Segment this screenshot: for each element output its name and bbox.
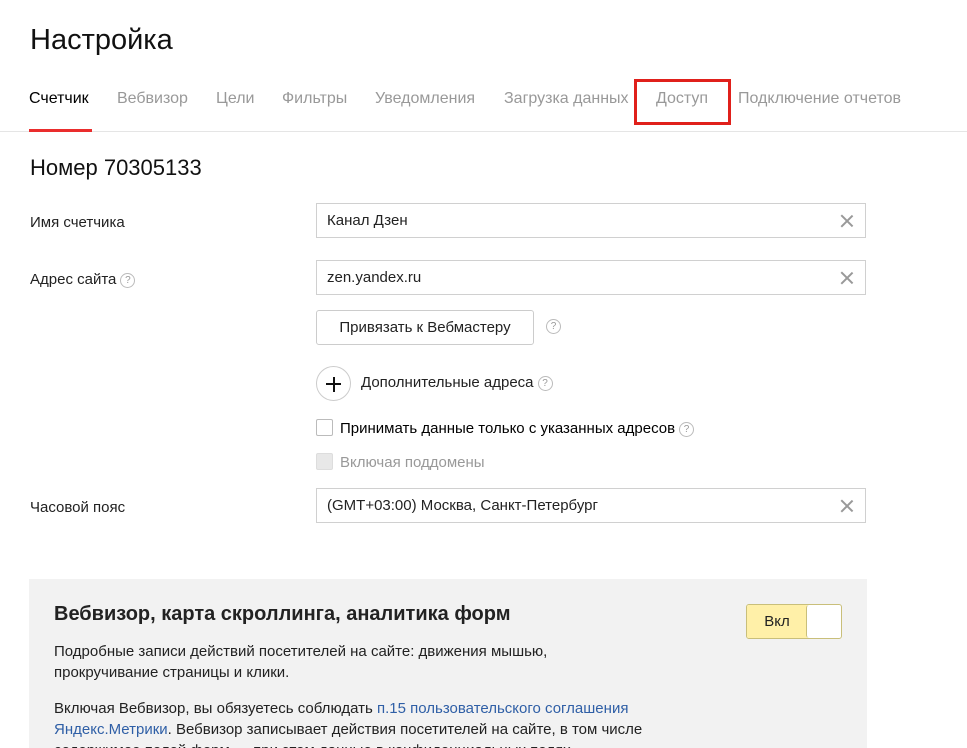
counter-number: Номер 70305133 <box>30 155 202 180</box>
site-address-label: Адрес сайта? <box>30 271 136 288</box>
clear-icon[interactable] <box>839 498 855 514</box>
only-specified-addresses-label: Принимать данные только с указанных адре… <box>340 420 676 437</box>
tab-filters[interactable]: Фильтры <box>282 90 347 108</box>
help-icon[interactable]: ? <box>546 319 561 334</box>
timezone-label: Часовой пояс <box>30 499 126 516</box>
tab-goals[interactable]: Цели <box>216 90 254 108</box>
webvisor-description-line-1: Подробные записи действий посетителей на… <box>54 643 548 660</box>
link-webmaster-button[interactable]: Привязать к Вебмастеру <box>316 310 534 345</box>
page-title: Настройка <box>30 24 173 56</box>
help-icon[interactable]: ? <box>679 422 695 437</box>
include-subdomains-label: Включая поддомены <box>340 454 485 471</box>
include-subdomains-checkbox <box>316 453 333 470</box>
site-address-label-text: Адрес сайта <box>30 271 117 288</box>
clear-icon[interactable] <box>839 270 855 286</box>
counter-name-value: Канал Дзен <box>327 212 408 229</box>
metrika-link[interactable]: Яндекс.Метрики <box>54 721 168 738</box>
tab-counter[interactable]: Счетчик <box>29 90 89 108</box>
additional-addresses-link[interactable]: Дополнительные адреса? <box>361 374 553 391</box>
additional-addresses-label: Дополнительные адреса <box>361 374 534 391</box>
tab-webvisor[interactable]: Вебвизор <box>117 90 188 108</box>
clear-icon[interactable] <box>839 213 855 229</box>
tab-report-connections[interactable]: Подключение отчетов <box>738 90 901 108</box>
toggle-knob[interactable] <box>806 605 841 638</box>
agreement-cut-line: содержимое полей форм — при этом данные … <box>54 740 754 748</box>
only-specified-addresses-checkbox-row[interactable]: Принимать данные только с указанных адре… <box>316 419 695 437</box>
webvisor-agreement: Включая Вебвизор, вы обязуетесь соблюдат… <box>54 698 754 748</box>
counter-name-input[interactable]: Канал Дзен <box>316 203 866 238</box>
counter-name-label: Имя счетчика <box>30 214 125 231</box>
site-address-input[interactable]: zen.yandex.ru <box>316 260 866 295</box>
agreement-suffix: . Вебвизор записывает действия посетител… <box>167 721 643 738</box>
active-tab-underline <box>29 129 92 132</box>
user-agreement-link[interactable]: п.15 пользовательского соглашения <box>377 700 628 717</box>
timezone-select[interactable]: (GMT+03:00) Москва, Санкт-Петербург <box>316 488 866 523</box>
settings-tabs: Счетчик Вебвизор Цели Фильтры Уведомлени… <box>0 82 967 132</box>
help-icon[interactable]: ? <box>537 376 553 391</box>
agreement-prefix: Включая Вебвизор, вы обязуетесь соблюдат… <box>54 700 377 717</box>
help-icon[interactable]: ? <box>120 273 136 288</box>
toggle-on-label: Вкл <box>747 605 807 638</box>
access-tab-highlight <box>634 79 731 125</box>
add-address-plus-icon[interactable] <box>316 366 351 401</box>
only-specified-addresses-checkbox[interactable] <box>316 419 333 436</box>
tab-notifications[interactable]: Уведомления <box>375 90 475 108</box>
include-subdomains-checkbox-row: Включая поддомены <box>316 453 485 471</box>
webvisor-toggle[interactable]: Вкл <box>746 604 842 639</box>
webvisor-title: Вебвизор, карта скроллинга, аналитика фо… <box>54 603 511 625</box>
timezone-value: (GMT+03:00) Москва, Санкт-Петербург <box>327 497 598 514</box>
webvisor-description: Подробные записи действий посетителей на… <box>54 641 714 683</box>
tab-data-upload[interactable]: Загрузка данных <box>504 90 629 108</box>
webvisor-description-line-2: прокручивание страницы и клики. <box>54 664 290 681</box>
webvisor-panel: Вебвизор, карта скроллинга, аналитика фо… <box>29 579 867 748</box>
site-address-value: zen.yandex.ru <box>327 269 422 286</box>
